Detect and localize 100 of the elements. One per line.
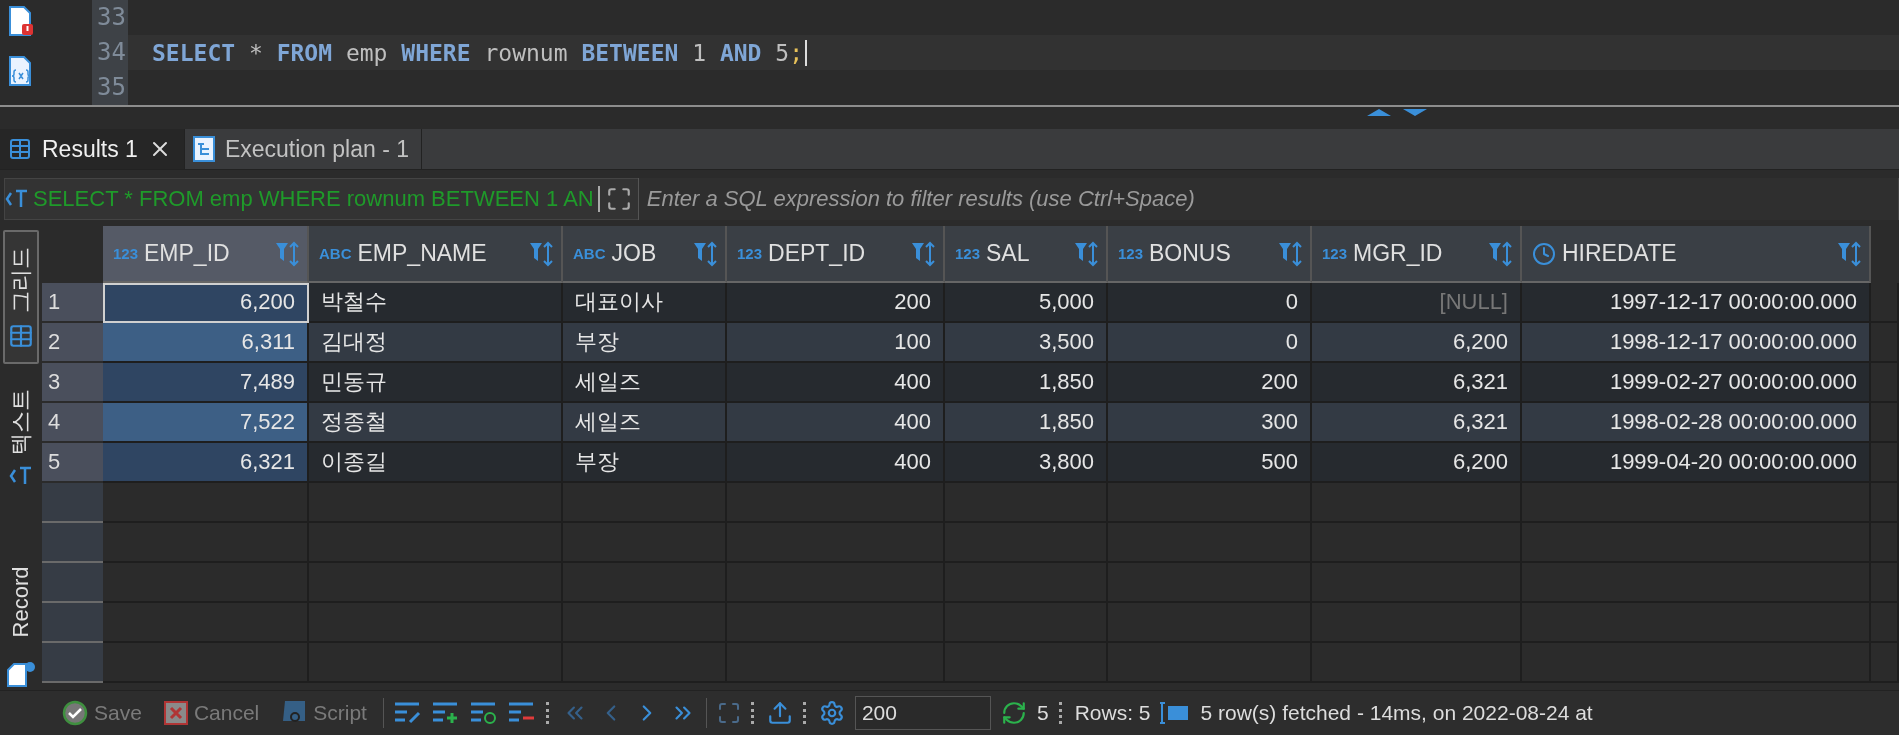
table-cell: 6,200 <box>1312 443 1522 483</box>
check-circle-icon <box>62 700 88 726</box>
grid-icon <box>8 137 32 161</box>
table-cell: 100 <box>727 323 945 363</box>
table-cell: 1,850 <box>945 403 1108 443</box>
type-label: ABC <box>573 245 606 262</box>
table-cell: [NULL] <box>1312 283 1522 323</box>
expand-icon[interactable] <box>605 186 632 212</box>
table-cell: 3,800 <box>945 443 1108 483</box>
table-cell: 부장 <box>563 443 727 483</box>
panel-icon <box>1160 700 1191 726</box>
result-tab[interactable]: Execution plan - 1 <box>184 129 422 169</box>
row-header <box>42 643 103 683</box>
filter-sort-icon[interactable] <box>1837 240 1861 267</box>
text-icon <box>5 188 29 210</box>
filter-sort-icon[interactable] <box>1278 240 1302 267</box>
row-number[interactable]: 4 <box>42 403 103 443</box>
table-cell: 6,311 <box>103 323 309 363</box>
file-error-icon[interactable] <box>8 6 34 36</box>
table-cell: 7,522 <box>103 403 309 443</box>
collapse-expand-icon[interactable] <box>1365 107 1429 117</box>
result-tab[interactable]: Results 1 <box>0 129 185 169</box>
row-header <box>42 483 103 523</box>
table-cell: 500 <box>1108 443 1312 483</box>
refresh-count: 5 <box>1036 701 1049 725</box>
table-cell: 1999-04-20 00:00:00.000 <box>1522 443 1871 483</box>
table-cell: 1998-02-28 00:00:00.000 <box>1522 403 1871 443</box>
type-label: 123 <box>113 245 139 262</box>
copy-row-icon[interactable] <box>469 701 498 725</box>
filter-input[interactable]: Enter a SQL expression to filter results (use Ctrl+Space) <box>637 178 1898 220</box>
row-count: Rows: 5 <box>1074 701 1151 725</box>
column-header[interactable]: HIREDATE <box>1522 226 1871 283</box>
filter-sort-icon[interactable] <box>1074 240 1098 267</box>
add-row-icon[interactable] <box>431 701 460 725</box>
table-cell: 민동규 <box>309 363 563 403</box>
table-cell: 6,200 <box>1312 323 1522 363</box>
fetch-size-field[interactable]: 200 <box>854 696 991 730</box>
table-cell: 6,321 <box>103 443 309 483</box>
column-header[interactable]: 123 EMP_ID <box>103 226 309 283</box>
table-cell: 세일즈 <box>563 403 727 443</box>
table-cell: 0 <box>1108 283 1312 323</box>
table-cell: 200 <box>727 283 945 323</box>
row-header <box>42 603 103 643</box>
table-cell: 400 <box>727 363 945 403</box>
table-cell: 세일즈 <box>563 363 727 403</box>
type-label: 123 <box>955 245 981 262</box>
row-number[interactable]: 3 <box>42 363 103 403</box>
text-cursor <box>805 39 808 66</box>
variable-file-icon[interactable] <box>8 56 34 86</box>
table-cell: 5,000 <box>945 283 1108 323</box>
column-header[interactable]: 123 SAL <box>945 226 1108 283</box>
line-number: 33 <box>96 2 127 33</box>
table-cell: 6,321 <box>1312 403 1522 443</box>
focus-icon <box>716 701 741 725</box>
table-cell: 정종철 <box>309 403 563 443</box>
text-icon <box>9 464 33 487</box>
row-header <box>42 563 103 603</box>
table-cell: 부장 <box>563 323 727 363</box>
cross-square-icon <box>163 701 188 725</box>
row-number[interactable]: 1 <box>42 283 103 323</box>
view-tab[interactable]: 그리드 <box>3 230 39 364</box>
filter-sort-icon[interactable] <box>1488 240 1512 267</box>
row-number[interactable]: 5 <box>42 443 103 483</box>
settings-icon[interactable] <box>818 700 845 726</box>
table-cell: 김대정 <box>309 323 563 363</box>
plan-icon <box>192 136 215 162</box>
table-cell: 1998-12-17 00:00:00.000 <box>1522 323 1871 363</box>
table-cell: 1999-02-27 00:00:00.000 <box>1522 363 1871 403</box>
table-cell: 6,321 <box>1312 363 1522 403</box>
table-cell: 200 <box>1108 363 1312 403</box>
view-tab[interactable]: 텍스트 <box>3 379 39 494</box>
column-header[interactable]: ABC JOB <box>563 226 727 283</box>
delete-row-icon[interactable] <box>507 701 536 725</box>
status-message: 5 row(s) fetched - 14ms, on 2022-08-24 at <box>1200 701 1593 725</box>
filter-sort-icon[interactable] <box>911 240 935 267</box>
type-label: ABC <box>319 245 352 262</box>
row-header <box>42 523 103 563</box>
line-number: 35 <box>96 72 127 103</box>
filter-sort-icon[interactable] <box>693 240 717 267</box>
type-label: 123 <box>1322 245 1348 262</box>
view-tab[interactable]: Record <box>3 550 39 690</box>
edit-row-icon[interactable] <box>393 701 422 725</box>
export-icon[interactable] <box>766 700 793 726</box>
type-label: 123 <box>737 245 763 262</box>
record-icon <box>6 660 36 688</box>
column-header[interactable]: 123 MGR_ID <box>1312 226 1522 283</box>
clock-icon <box>1532 241 1556 266</box>
refresh-icon[interactable] <box>1000 700 1027 726</box>
table-cell: 이종길 <box>309 443 563 483</box>
table-cell: 1997-12-17 00:00:00.000 <box>1522 283 1871 323</box>
type-label: 123 <box>1118 245 1144 262</box>
column-header[interactable]: 123 BONUS <box>1108 226 1312 283</box>
row-number[interactable]: 2 <box>42 323 103 363</box>
table-cell: 400 <box>727 443 945 483</box>
filter-sort-icon[interactable] <box>529 240 553 267</box>
table-cell: 3,500 <box>945 323 1108 363</box>
column-header[interactable]: ABC EMP_NAME <box>309 226 563 283</box>
column-header[interactable]: 123 DEPT_ID <box>727 226 945 283</box>
table-cell: 1,850 <box>945 363 1108 403</box>
table-cell: 대표이사 <box>563 283 727 323</box>
